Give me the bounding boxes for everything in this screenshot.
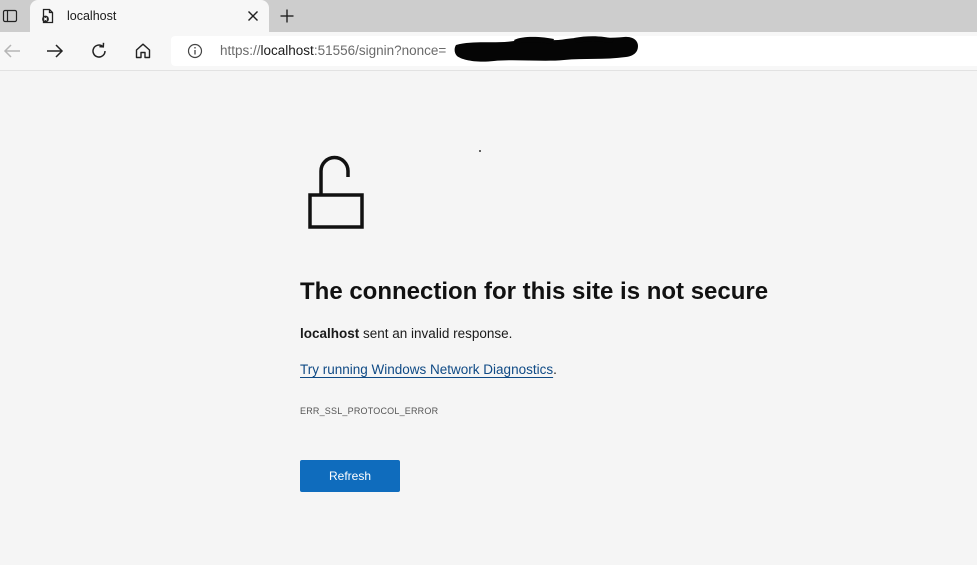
arrow-left-icon	[3, 44, 20, 58]
unlocked-padlock-icon	[306, 155, 366, 230]
plus-icon	[280, 9, 294, 23]
error-message: sent an invalid response.	[359, 326, 513, 341]
info-icon[interactable]	[187, 43, 203, 59]
arrow-right-icon	[47, 44, 64, 58]
back-button[interactable]	[0, 39, 24, 63]
error-host: localhost	[300, 326, 360, 341]
home-button[interactable]	[131, 39, 155, 63]
refresh-icon	[92, 42, 106, 58]
stray-dot	[479, 150, 481, 152]
home-icon	[135, 43, 151, 59]
toolbar: https://localhost:51556/signin?nonce=	[0, 32, 977, 71]
error-description: localhost sent an invalid response.	[300, 325, 512, 343]
forward-button[interactable]	[43, 39, 67, 63]
tab-localhost[interactable]: localhost	[30, 0, 269, 32]
url-text: https://localhost:51556/signin?nonce=	[220, 43, 446, 59]
tab-title: localhost	[67, 9, 117, 23]
network-diagnostics-link[interactable]: Try running Windows Network Diagnostics	[300, 362, 553, 377]
close-icon[interactable]	[245, 8, 261, 24]
url-path: :51556/signin?nonce=	[313, 43, 447, 58]
reload-button[interactable]	[87, 39, 111, 63]
diagnostics-line: Try running Windows Network Diagnostics.	[300, 361, 557, 379]
redaction-mark	[454, 36, 639, 64]
url-scheme: https://	[220, 43, 261, 58]
tab-strip: localhost	[0, 0, 977, 32]
address-bar[interactable]: https://localhost:51556/signin?nonce=	[171, 36, 977, 66]
refresh-button[interactable]: Refresh	[300, 460, 400, 492]
diagnostics-suffix: .	[553, 362, 557, 377]
tab-actions-icon[interactable]	[0, 6, 20, 26]
error-code: ERR_SSL_PROTOCOL_ERROR	[300, 406, 439, 416]
new-tab-button[interactable]	[277, 6, 297, 26]
page-title: The connection for this site is not secu…	[300, 278, 769, 305]
url-host: localhost	[260, 43, 314, 58]
page-error-icon	[40, 8, 56, 24]
